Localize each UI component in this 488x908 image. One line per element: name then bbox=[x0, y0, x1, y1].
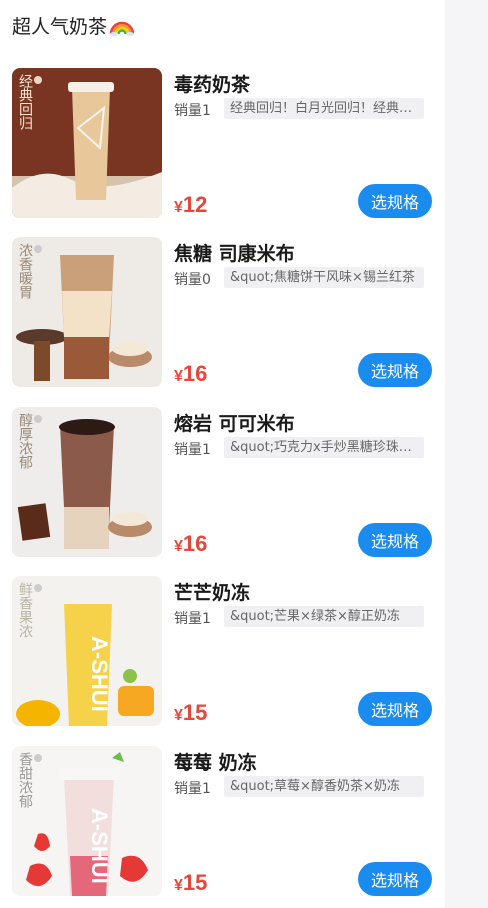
product-sales: 销量1 bbox=[174, 103, 211, 119]
product-card[interactable]: 浓香暖胃 焦糖 司康米布 销量0 &quot;焦糖饼干风味×锡兰红茶 ¥16 选… bbox=[0, 237, 445, 387]
brand-logo-icon bbox=[34, 584, 42, 592]
brand-logo-icon bbox=[34, 76, 42, 84]
product-card[interactable]: A-SHUI 鲜香果浓 芒芒奶冻 销量1 &quot;芒果×绿茶×醇正奶冻 ¥1… bbox=[0, 576, 445, 726]
right-gutter bbox=[445, 0, 488, 908]
select-spec-button[interactable]: 选规格 bbox=[358, 692, 432, 726]
product-desc: 经典回归！白月光回归！经典重现 bbox=[224, 98, 424, 119]
product-price: ¥15 bbox=[174, 870, 208, 895]
image-tag: 经典回归 bbox=[17, 74, 33, 130]
image-tag: 鲜香果浓 bbox=[17, 582, 33, 638]
product-sales: 销量0 bbox=[174, 272, 211, 288]
product-desc: &quot;焦糖饼干风味×锡兰红茶 bbox=[224, 267, 424, 288]
select-spec-button[interactable]: 选规格 bbox=[358, 523, 432, 557]
product-sales: 销量1 bbox=[174, 611, 211, 627]
product-image: A-SHUI 鲜香果浓 bbox=[12, 576, 162, 726]
product-sales: 销量1 bbox=[174, 442, 211, 458]
image-tag: 醇厚浓郁 bbox=[17, 413, 33, 469]
product-card[interactable]: A-SHUI 香甜浓郁 莓莓 奶冻 销量1 &quot;草莓×醇香奶茶×奶冻 ¥… bbox=[0, 746, 445, 896]
svg-text:A-SHUI: A-SHUI bbox=[87, 808, 112, 884]
product-name: 毒药奶茶 bbox=[174, 74, 251, 96]
product-price: ¥16 bbox=[174, 361, 208, 386]
product-price: ¥16 bbox=[174, 531, 208, 556]
select-spec-button[interactable]: 选规格 bbox=[358, 862, 432, 896]
product-desc: &quot;巧克力x手炒黑糖珍珠奶茶 bbox=[224, 437, 424, 458]
image-tag: 浓香暖胃 bbox=[17, 243, 33, 299]
product-image: 醇厚浓郁 bbox=[12, 407, 162, 557]
select-spec-button[interactable]: 选规格 bbox=[358, 184, 432, 218]
product-price: ¥12 bbox=[174, 192, 208, 217]
product-image: 浓香暖胃 bbox=[12, 237, 162, 387]
select-spec-button[interactable]: 选规格 bbox=[358, 353, 432, 387]
product-card[interactable]: 醇厚浓郁 熔岩 可可米布 销量1 &quot;巧克力x手炒黑糖珍珠奶茶 ¥16 … bbox=[0, 407, 445, 557]
product-card[interactable]: 经典回归 毒药奶茶 销量1 经典回归！白月光回归！经典重现 ¥12 选规格 bbox=[0, 68, 445, 218]
product-image: A-SHUI 香甜浓郁 bbox=[12, 746, 162, 896]
product-name: 莓莓 奶冻 bbox=[174, 752, 257, 774]
product-desc: &quot;芒果×绿茶×醇正奶冻 bbox=[224, 606, 424, 627]
product-name: 焦糖 司康米布 bbox=[174, 243, 295, 265]
product-name: 熔岩 可可米布 bbox=[174, 413, 295, 435]
product-image: 经典回归 bbox=[12, 68, 162, 218]
rainbow-icon bbox=[109, 21, 135, 36]
product-desc: &quot;草莓×醇香奶茶×奶冻 bbox=[224, 776, 424, 797]
section-title: 超人气奶茶 bbox=[12, 12, 135, 38]
brand-logo-icon bbox=[34, 415, 42, 423]
svg-text:A-SHUI: A-SHUI bbox=[87, 636, 112, 712]
product-name: 芒芒奶冻 bbox=[174, 582, 251, 604]
product-sales: 销量1 bbox=[174, 781, 211, 797]
brand-logo-icon bbox=[34, 245, 42, 253]
image-tag: 香甜浓郁 bbox=[17, 752, 33, 808]
brand-logo-icon bbox=[34, 754, 42, 762]
product-price: ¥15 bbox=[174, 700, 208, 725]
section-title-text: 超人气奶茶 bbox=[12, 15, 108, 38]
